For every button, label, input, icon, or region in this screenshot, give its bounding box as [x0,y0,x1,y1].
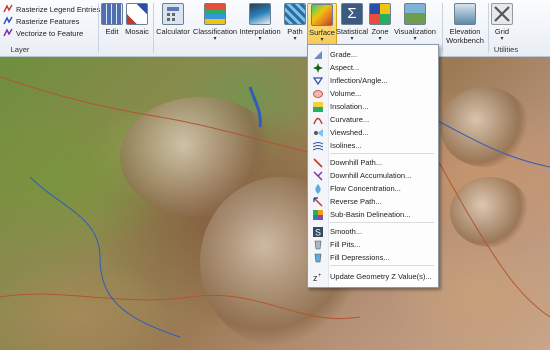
menu-item-reverse-path[interactable]: Reverse Path... [308,195,438,208]
sub-basin-icon [313,209,323,220]
insolation-icon [313,101,323,112]
fill-pits-icon [313,240,323,250]
volume-icon [313,89,323,99]
statistical-button[interactable]: Σ Statistical ▾ [336,3,368,45]
zone-icon [369,3,391,25]
menu-item-sub-basin[interactable]: Sub-Basin Delineation... [308,208,438,221]
ribbon-separator [153,3,154,53]
classification-button[interactable]: Classification ▾ [192,3,238,45]
flow-concentration-icon [313,183,323,194]
ribbon: Rasterize Legend Entries Rasterize Featu… [0,0,550,57]
downhill-accumulation-icon [313,171,323,181]
layer-group: Rasterize Legend Entries Rasterize Featu… [3,3,101,39]
update-z-icon: z + [313,272,323,283]
chevron-down-icon: ▾ [413,36,417,42]
rasterize-legend-entries-label: Rasterize Legend Entries [16,4,101,14]
vectorize-to-feature-item[interactable]: Vectorize to Feature [3,27,97,39]
curvature-icon [313,115,323,125]
menu-separator [330,222,434,223]
elevation-workbench-button[interactable]: Elevation Workbench [444,3,486,45]
menu-item-viewshed[interactable]: Viewshed... [308,126,438,139]
menu-item-update-z[interactable]: z + Update Geometry Z Value(s)... [308,270,438,283]
interpolation-button[interactable]: Interpolation ▾ [238,3,282,45]
menu-item-aspect[interactable]: Aspect... [308,61,438,74]
menu-item-fill-pits[interactable]: Fill Pits... [308,238,438,251]
rasterize-legend-icon [3,4,13,14]
menu-item-insolation[interactable]: Insolation... [308,100,438,113]
menu-item-inflection[interactable]: Inflection/Angle... [308,74,438,87]
chevron-down-icon: ▾ [378,36,382,42]
edit-button[interactable]: Edit [101,3,123,45]
mosaic-icon [126,3,148,25]
grid-tools-icon [491,3,513,25]
menu-item-downhill-accumulation[interactable]: Downhill Accumulation... [308,169,438,182]
path-button[interactable]: Path ▾ [284,3,306,45]
surface-icon [311,4,333,26]
svg-text:+: + [318,273,322,279]
chevron-down-icon: ▾ [293,36,297,42]
reverse-path-icon [313,196,323,207]
downhill-path-icon [313,157,323,168]
isolines-icon [312,141,324,151]
calculator-icon [162,3,184,25]
inflection-icon [312,76,324,86]
rasterize-features-item[interactable]: Rasterize Features [3,15,97,27]
menu-item-fill-depressions[interactable]: Fill Depressions... [308,251,438,264]
grid-button[interactable]: Grid ▾ [490,3,514,45]
interpolation-icon [249,3,271,25]
viewshed-icon [313,128,323,138]
rasterize-legend-entries-item[interactable]: Rasterize Legend Entries [3,3,101,15]
rasterize-features-icon [3,16,13,26]
chevron-down-icon: ▾ [258,36,262,42]
map-overlay-lines [0,76,550,338]
layer-group-label: Layer [10,45,30,54]
elevation-workbench-icon [454,3,476,25]
chevron-down-icon: ▾ [213,36,217,42]
menu-item-smooth[interactable]: S Smooth... [308,225,438,238]
ribbon-separator [98,3,99,53]
grade-icon [313,50,323,60]
menu-separator [330,265,434,266]
surface-dropdown-menu: Grade... Aspect... Inflection/Angle... V… [307,44,439,288]
menu-item-isolines[interactable]: Isolines... [308,139,438,152]
edit-icon [101,3,123,25]
ribbon-separator [442,3,443,53]
aspect-icon [313,62,323,73]
fill-depressions-icon [313,253,323,263]
chevron-down-icon: ▾ [350,36,354,42]
smooth-icon: S [313,226,323,237]
mosaic-button[interactable]: Mosaic [124,3,150,45]
rasterize-features-label: Rasterize Features [16,16,80,26]
vectorize-to-feature-label: Vectorize to Feature [16,28,84,38]
surface-button[interactable]: Surface ▾ [307,3,337,47]
zone-button[interactable]: Zone ▾ [369,3,391,45]
terrain-map[interactable] [0,57,550,350]
calculator-button[interactable]: Calculator [155,3,191,45]
menu-item-downhill-path[interactable]: Downhill Path... [308,156,438,169]
chevron-down-icon: ▾ [500,36,504,42]
visualization-icon [404,3,426,25]
menu-separator [330,153,434,154]
svg-text:S: S [315,227,321,237]
sigma-icon: Σ [341,3,363,25]
menu-item-curvature[interactable]: Curvature... [308,113,438,126]
menu-item-grade[interactable]: Grade... [308,48,438,61]
menu-item-volume[interactable]: Volume... [308,87,438,100]
utilities-group-label: Utilities [493,45,519,54]
vectorize-icon [3,28,13,38]
classification-icon [204,3,226,25]
menu-item-flow-concentration[interactable]: Flow Concentration... [308,182,438,195]
visualization-button[interactable]: Visualization ▾ [392,3,438,45]
chevron-down-icon: ▾ [320,37,324,43]
path-icon [284,3,306,25]
